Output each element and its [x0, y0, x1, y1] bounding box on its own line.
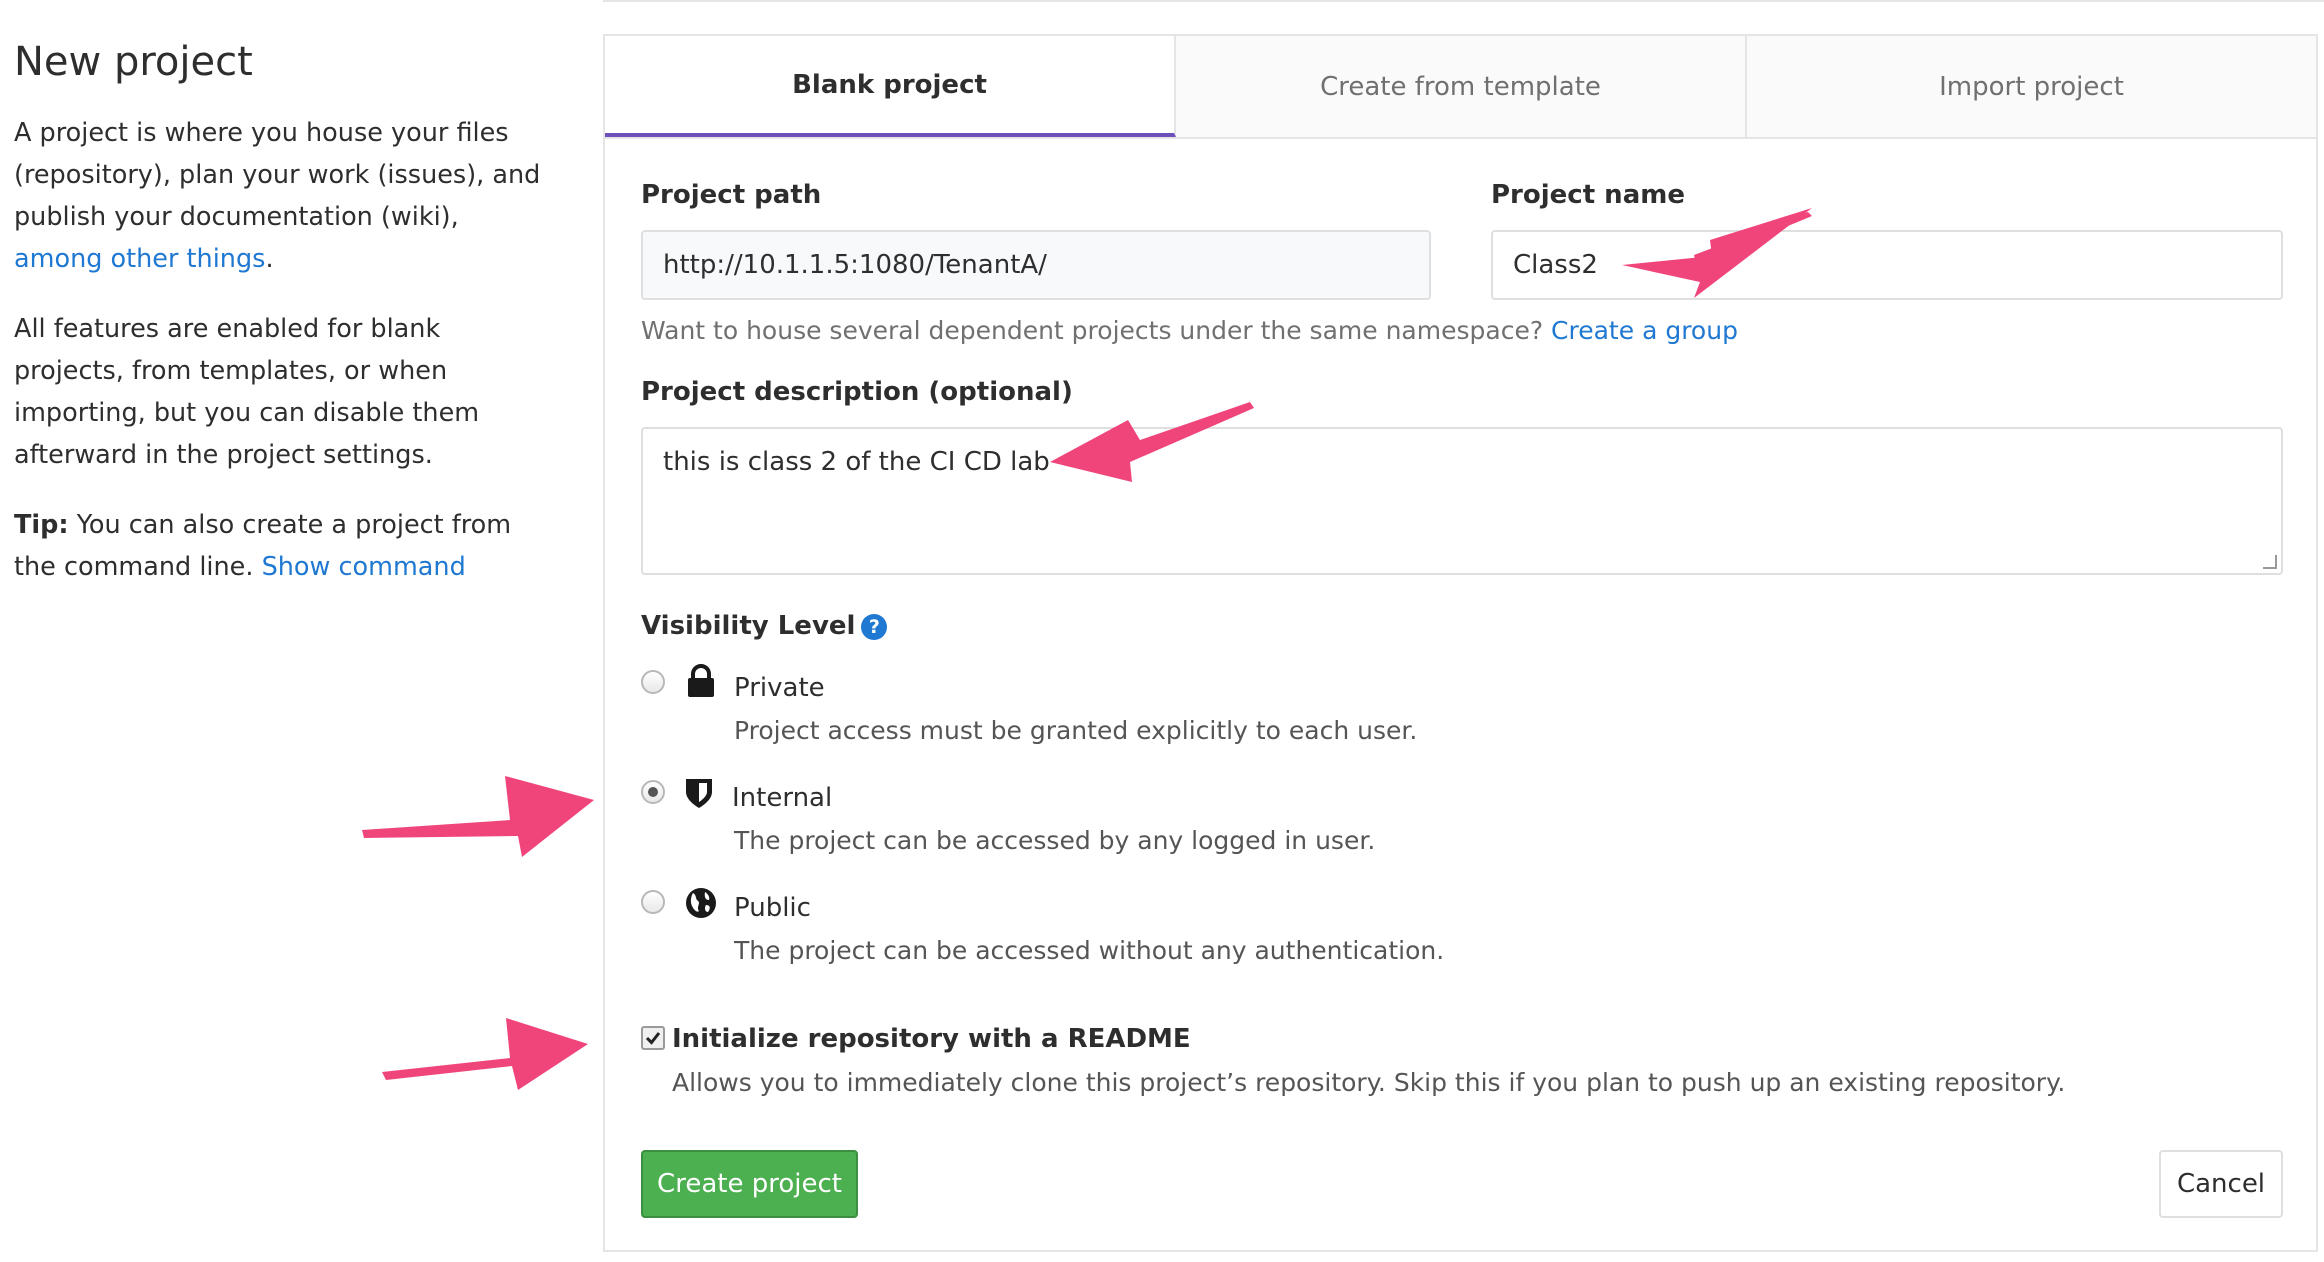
visibility-level-text: Visibility Level [641, 611, 856, 641]
resize-handle[interactable] [2263, 555, 2277, 569]
project-description-label: Project description (optional) [641, 377, 1073, 407]
initialize-readme-checkbox[interactable] [641, 1026, 665, 1050]
project-path-label: Project path [641, 180, 822, 210]
lock-icon [688, 664, 714, 697]
tab-import-project[interactable]: Import project [1747, 36, 2316, 137]
project-name-field[interactable]: Class2 [1491, 230, 2283, 300]
shield-icon [686, 779, 712, 808]
create-project-button[interactable]: Create project [641, 1150, 858, 1218]
intro-paragraph: A project is where you house your files … [14, 112, 554, 280]
among-other-things-link[interactable]: among other things [14, 244, 265, 274]
visibility-internal-radio[interactable] [641, 780, 665, 804]
page-title: New project [14, 39, 253, 85]
visibility-public-label[interactable]: Public [734, 893, 811, 923]
visibility-public-description: The project can be accessed without any … [734, 936, 1445, 965]
intro-text: A project is where you house your files … [14, 118, 541, 232]
features-paragraph: All features are enabled for blank proje… [14, 314, 480, 470]
visibility-private-radio[interactable] [641, 670, 665, 694]
sidebar-info: New project A project is where you house… [14, 34, 554, 616]
project-path-field[interactable]: http://10.1.1.5:1080/TenantA/ [641, 230, 1431, 300]
namespace-help: Want to house several dependent projects… [641, 316, 1738, 345]
initialize-readme-label[interactable]: Initialize repository with a README [672, 1024, 1191, 1054]
show-command-link[interactable]: Show command [262, 552, 466, 582]
globe-icon [686, 888, 716, 918]
annotation-arrow-icon [382, 1018, 588, 1090]
project-name-label: Project name [1491, 180, 1685, 210]
tab-blank-project[interactable]: Blank project [605, 36, 1176, 137]
help-question-icon[interactable]: ? [861, 613, 888, 640]
annotation-arrow-icon [362, 776, 594, 857]
visibility-public-radio[interactable] [641, 890, 665, 914]
cancel-button[interactable]: Cancel [2159, 1150, 2283, 1218]
top-divider [603, 0, 2324, 2]
project-description-value: this is class 2 of the CI CD lab [663, 447, 1050, 477]
visibility-internal-label[interactable]: Internal [732, 783, 832, 813]
visibility-private-description: Project access must be granted explicitl… [734, 716, 1418, 745]
project-description-field[interactable]: this is class 2 of the CI CD lab [641, 427, 2283, 575]
checkmark-icon [645, 1032, 661, 1045]
tip-label: Tip: [14, 510, 69, 540]
initialize-readme-help: Allows you to immediately clone this pro… [672, 1068, 2066, 1097]
tip-paragraph: Tip: You can also create a project from … [14, 504, 554, 588]
visibility-level-label: Visibility Level? [641, 611, 888, 641]
create-group-link[interactable]: Create a group [1551, 316, 1738, 345]
intro-end: . [265, 244, 274, 274]
namespace-help-text: Want to house several dependent projects… [641, 316, 1552, 345]
visibility-private-label[interactable]: Private [734, 673, 825, 703]
visibility-internal-description: The project can be accessed by any logge… [734, 826, 1376, 855]
project-tabs: Blank project Create from template Impor… [605, 36, 2316, 139]
tab-create-from-template[interactable]: Create from template [1176, 36, 1747, 137]
